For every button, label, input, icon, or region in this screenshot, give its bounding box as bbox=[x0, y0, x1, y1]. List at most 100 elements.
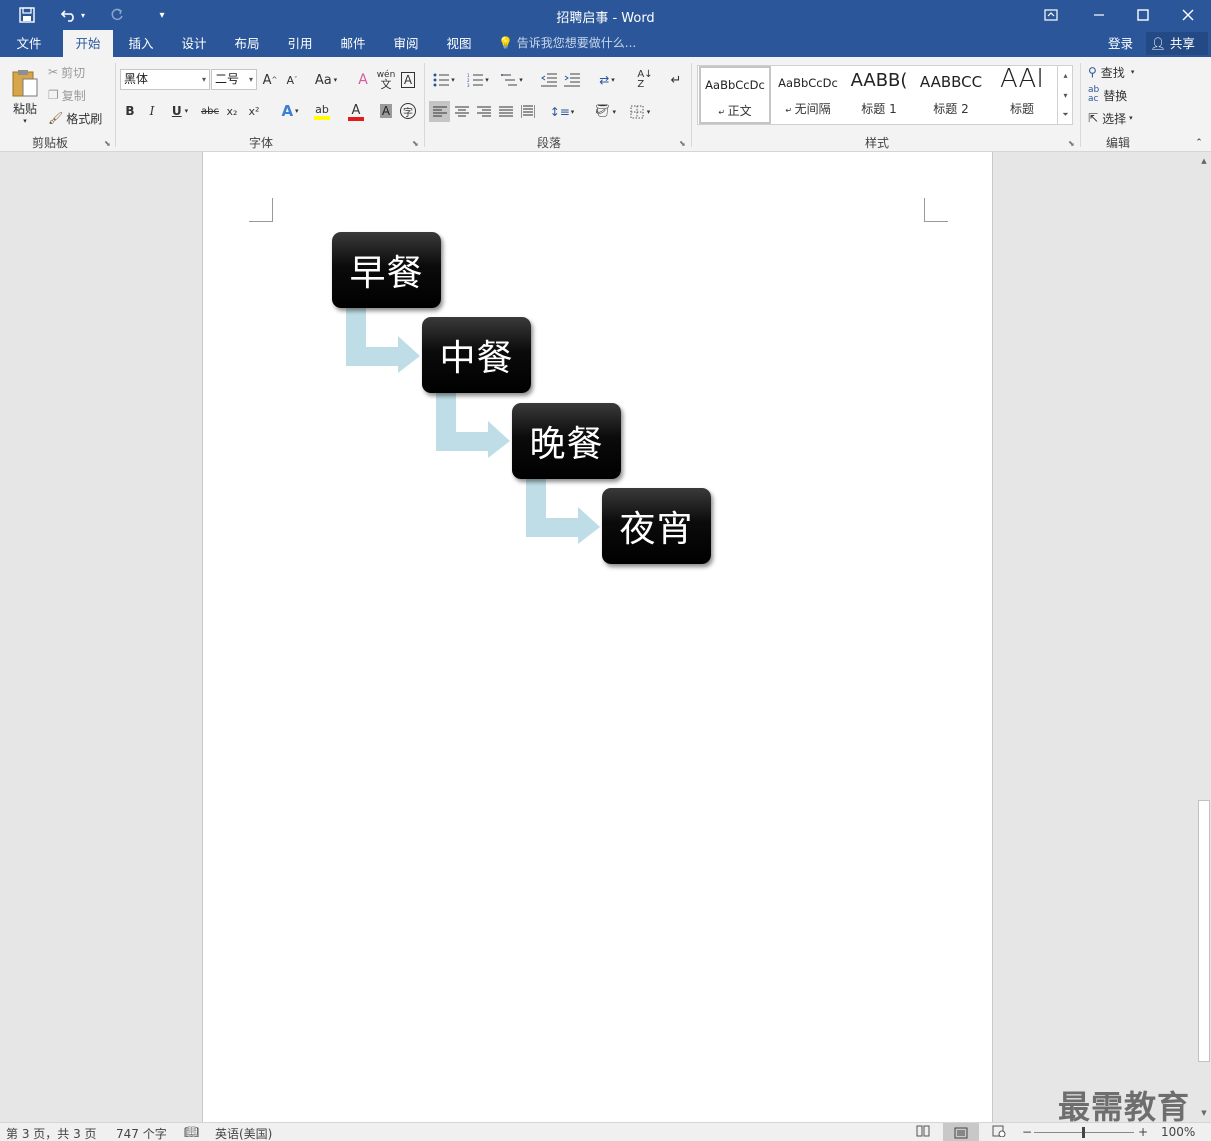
document-page[interactable]: 早餐 中餐 晚餐 夜宵 bbox=[202, 152, 993, 1122]
clipboard-icon bbox=[12, 69, 38, 96]
style-no-spacing[interactable]: AaBbCcDc ↵ 无间隔 bbox=[772, 66, 844, 124]
superscript-button[interactable]: x² bbox=[244, 101, 264, 121]
clear-formatting-button[interactable]: A bbox=[352, 70, 374, 90]
font-color-button[interactable]: A bbox=[340, 101, 372, 123]
find-button[interactable]: ⚲ 查找 ▾ bbox=[1088, 62, 1134, 82]
font-size-combo[interactable]: 二号 ▾ bbox=[211, 69, 257, 90]
highlight-button[interactable]: ab bbox=[306, 101, 338, 123]
gallery-scroll-up-icon[interactable]: ▴ bbox=[1057, 65, 1073, 85]
scroll-down-icon[interactable]: ▼ bbox=[1197, 1106, 1211, 1120]
tab-layout[interactable]: 布局 bbox=[224, 30, 270, 57]
tab-home[interactable]: 开始 bbox=[63, 30, 113, 57]
page-count-status[interactable]: 第 3 页，共 3 页 bbox=[6, 1125, 97, 1141]
distributed-button[interactable] bbox=[517, 101, 538, 122]
tab-mailings[interactable]: 邮件 bbox=[330, 30, 376, 57]
shrink-font-button[interactable]: Aˇ bbox=[283, 70, 301, 90]
character-border-button[interactable]: A bbox=[398, 70, 418, 90]
align-left-button[interactable] bbox=[429, 101, 450, 122]
smartart-node-breakfast[interactable]: 早餐 bbox=[332, 232, 441, 308]
zoom-slider-thumb[interactable] bbox=[1082, 1127, 1085, 1138]
style-heading-1[interactable]: AABB( 标题 1 bbox=[843, 66, 915, 124]
sort-button[interactable]: A↓ Z bbox=[634, 70, 656, 90]
borders-button[interactable]: ▾ bbox=[624, 101, 656, 122]
line-spacing-button[interactable]: ↕≡ ▾ bbox=[548, 101, 576, 122]
tell-me-search[interactable]: 💡 告诉我您想要做什么... bbox=[498, 30, 636, 57]
proofing-icon[interactable]: 📖︎ bbox=[184, 1125, 199, 1139]
style-heading-2[interactable]: AABBCC 标题 2 bbox=[915, 66, 987, 124]
numbering-button[interactable]: 123 ▾ bbox=[463, 70, 493, 90]
web-layout-icon[interactable] bbox=[992, 1125, 1006, 1140]
replace-button[interactable]: ab ac 替换 bbox=[1088, 85, 1127, 105]
phonetic-guide-button[interactable]: wén 文 bbox=[376, 70, 396, 91]
shading-button[interactable]: 🪣︎ ▾ bbox=[590, 101, 620, 122]
gallery-more-icon[interactable]: ⏷ bbox=[1057, 105, 1073, 125]
multilevel-list-button[interactable]: ▾ bbox=[497, 70, 527, 90]
tab-view[interactable]: 视图 bbox=[436, 30, 482, 57]
style-name: 标题 1 bbox=[861, 102, 897, 116]
increase-indent-button[interactable] bbox=[561, 70, 583, 90]
copy-button[interactable]: ❐ 复制 bbox=[48, 86, 86, 104]
login-link[interactable]: 登录 bbox=[1108, 30, 1133, 57]
zoom-in-button[interactable]: + bbox=[1138, 1125, 1148, 1139]
change-case-button[interactable]: Aa ▾ bbox=[310, 70, 342, 90]
dialog-launcher-icon[interactable]: ⬊ bbox=[1068, 139, 1075, 148]
read-mode-icon[interactable] bbox=[916, 1125, 930, 1140]
dialog-launcher-icon[interactable]: ⬊ bbox=[104, 139, 111, 148]
show-marks-button[interactable]: ↵ bbox=[666, 70, 686, 90]
underline-button[interactable]: U ▾ bbox=[165, 101, 195, 121]
find-label: 查找 bbox=[1100, 65, 1125, 80]
share-button[interactable]: 👤︎ 共享 bbox=[1146, 32, 1208, 55]
gallery-scroll-down-icon[interactable]: ▾ bbox=[1057, 85, 1073, 105]
collapse-ribbon-icon[interactable]: ⌃ bbox=[1192, 137, 1206, 149]
bold-button[interactable]: B bbox=[120, 101, 140, 121]
tab-references[interactable]: 引用 bbox=[277, 30, 323, 57]
style-name: 标题 bbox=[1009, 102, 1034, 116]
ribbon-display-options-icon[interactable] bbox=[1028, 0, 1074, 30]
justify-button[interactable] bbox=[495, 101, 516, 122]
text-effects-button[interactable]: A ▾ bbox=[276, 101, 304, 121]
language-status[interactable]: 英语(美国) bbox=[215, 1125, 272, 1141]
vertical-scrollbar[interactable]: ▲ ▼ bbox=[1197, 152, 1211, 1122]
grow-font-button[interactable]: A ^ bbox=[261, 70, 279, 90]
style-sample: AaBbCcDc bbox=[705, 78, 765, 92]
italic-button[interactable]: I bbox=[142, 101, 162, 121]
zoom-out-button[interactable]: − bbox=[1022, 1125, 1032, 1139]
bullets-button[interactable]: ▾ bbox=[429, 70, 459, 90]
maximize-icon[interactable] bbox=[1120, 0, 1166, 30]
strikethrough-button[interactable]: abc bbox=[198, 101, 222, 121]
style-title[interactable]: AAI 标题 bbox=[986, 64, 1058, 124]
paste-button[interactable]: 粘贴 ▾ bbox=[6, 63, 44, 129]
select-button[interactable]: ⇱ 选择 ▾ bbox=[1088, 108, 1133, 128]
print-layout-icon[interactable] bbox=[943, 1123, 979, 1141]
smartart-node-late-snack[interactable]: 夜宵 bbox=[602, 488, 711, 564]
tab-insert[interactable]: 插入 bbox=[118, 30, 164, 57]
tab-design[interactable]: 设计 bbox=[171, 30, 217, 57]
cut-button[interactable]: ✂ 剪切 bbox=[48, 63, 85, 81]
enclose-characters-button[interactable]: 字 bbox=[398, 101, 418, 121]
style-normal[interactable]: AaBbCcDc ↵ 正文 bbox=[699, 66, 771, 124]
select-label: 选择 bbox=[1102, 111, 1127, 126]
zoom-level[interactable]: 100% bbox=[1161, 1125, 1195, 1139]
group-label-clipboard: 剪贴板 bbox=[31, 136, 68, 150]
format-painter-button[interactable]: 🖌︎ 格式刷 bbox=[48, 109, 102, 127]
chevron-down-icon: ▾ bbox=[1129, 114, 1133, 122]
dialog-launcher-icon[interactable]: ⬊ bbox=[412, 139, 419, 148]
decrease-indent-button[interactable] bbox=[538, 70, 560, 90]
title-bar: ▾ ▾ 招聘启事 - Word bbox=[0, 0, 1211, 30]
subscript-button[interactable]: x₂ bbox=[222, 101, 242, 121]
tab-review[interactable]: 审阅 bbox=[383, 30, 429, 57]
close-icon[interactable] bbox=[1165, 0, 1211, 30]
font-name-combo[interactable]: 黑体 ▾ bbox=[120, 69, 210, 90]
chinese-layout-button[interactable]: ⇄ ▾ bbox=[592, 70, 622, 90]
character-shading-button[interactable]: A bbox=[376, 101, 396, 121]
smartart-node-dinner[interactable]: 晚餐 bbox=[512, 403, 621, 479]
tab-file[interactable]: 文件 bbox=[0, 30, 58, 57]
align-right-button[interactable] bbox=[473, 101, 494, 122]
align-center-button[interactable] bbox=[451, 101, 472, 122]
smartart-node-lunch[interactable]: 中餐 bbox=[422, 317, 531, 393]
minimize-icon[interactable] bbox=[1076, 0, 1122, 30]
scroll-up-icon[interactable]: ▲ bbox=[1197, 154, 1211, 168]
word-count-status[interactable]: 747 个字 bbox=[116, 1125, 167, 1141]
dialog-launcher-icon[interactable]: ⬊ bbox=[679, 139, 686, 148]
scrollbar-thumb[interactable] bbox=[1198, 800, 1210, 1062]
